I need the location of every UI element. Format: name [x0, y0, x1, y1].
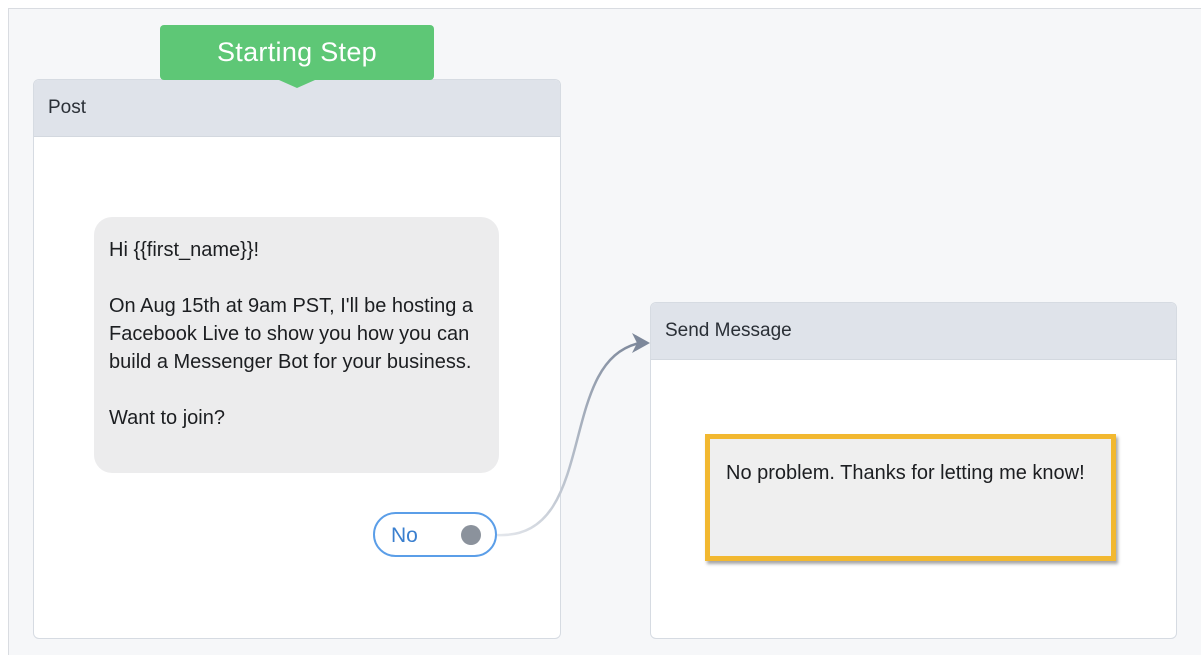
connector-handle-icon[interactable] [461, 525, 481, 545]
post-message-bubble[interactable]: Hi {{first_name}}! On Aug 15th at 9am PS… [94, 217, 499, 473]
send-message-text-card[interactable]: No problem. Thanks for letting me know! [705, 434, 1116, 561]
post-node-header[interactable]: Post [34, 80, 560, 137]
starting-step-badge: Starting Step [160, 25, 434, 88]
send-message-node-header[interactable]: Send Message [651, 303, 1176, 360]
send-message-node-title: Send Message [665, 320, 792, 341]
quick-reply-no-button[interactable]: No [373, 512, 497, 557]
post-node-title: Post [48, 97, 87, 118]
starting-step-label: Starting Step [217, 37, 377, 67]
quick-reply-label: No [391, 524, 418, 547]
